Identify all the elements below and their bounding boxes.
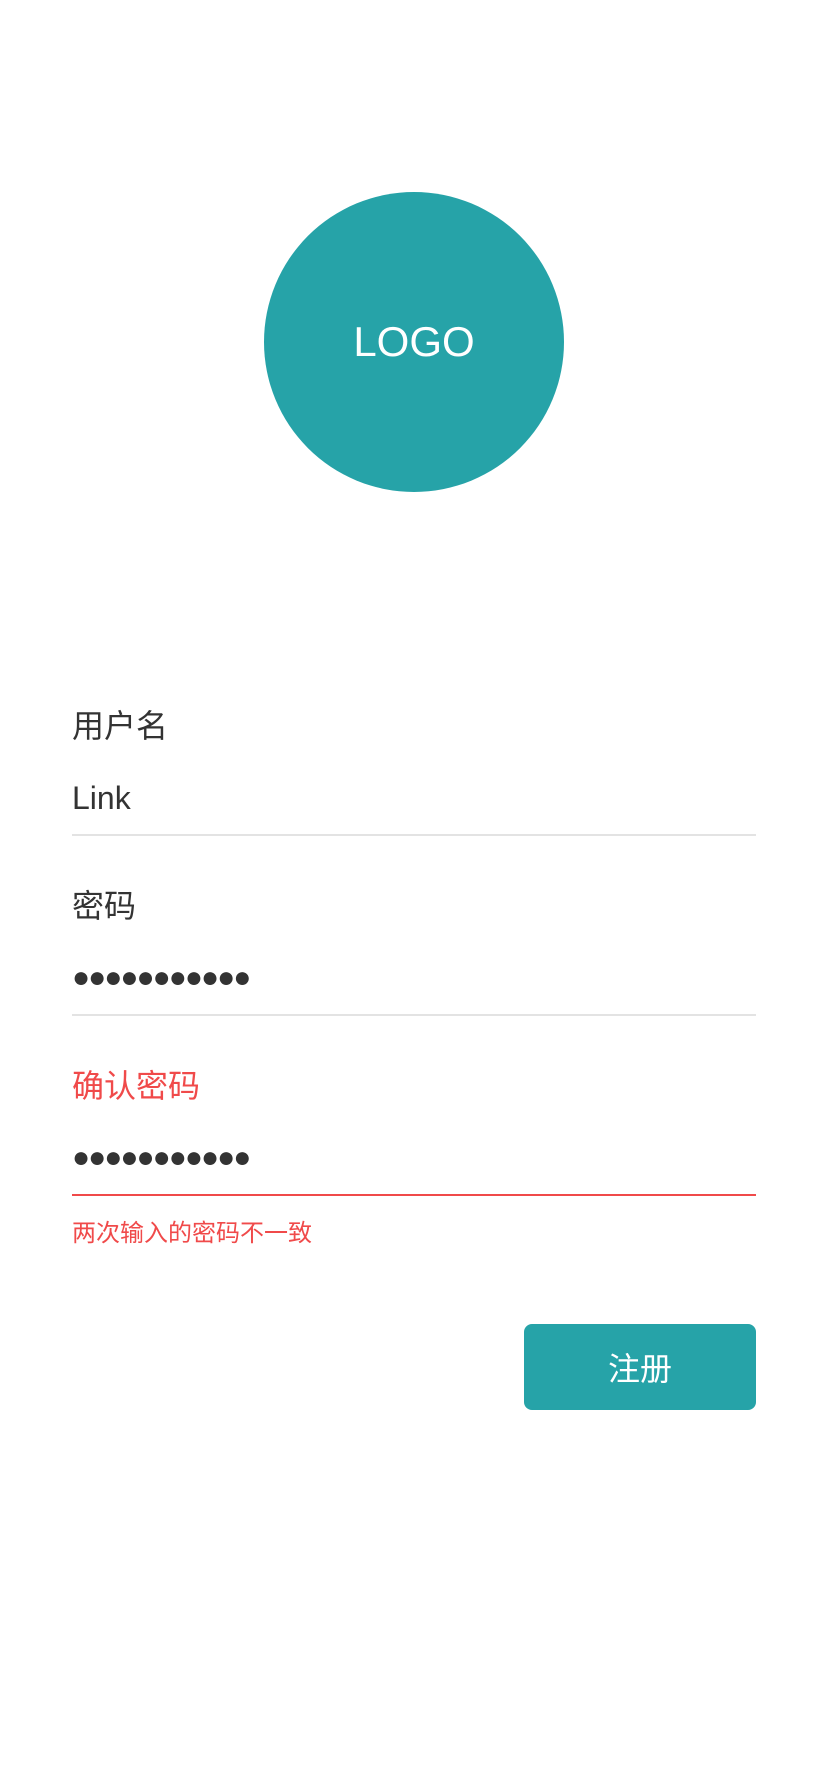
password-underline [72, 1014, 756, 1016]
register-button[interactable]: 注册 [524, 1324, 756, 1410]
logo-text: LOGO [353, 318, 475, 365]
username-underline [72, 834, 756, 836]
confirm-password-underline [72, 1194, 756, 1196]
username-label: 用户名 [72, 707, 169, 745]
confirm-password-error: 两次输入的密码不一致 [72, 1219, 312, 1247]
confirm-password-label: 确认密码 [72, 1067, 201, 1105]
password-label: 密码 [72, 887, 137, 925]
logo: LOGO [264, 192, 564, 492]
confirm-password-input[interactable] [72, 1136, 756, 1180]
password-input[interactable] [72, 956, 756, 1000]
username-input[interactable] [72, 776, 756, 820]
